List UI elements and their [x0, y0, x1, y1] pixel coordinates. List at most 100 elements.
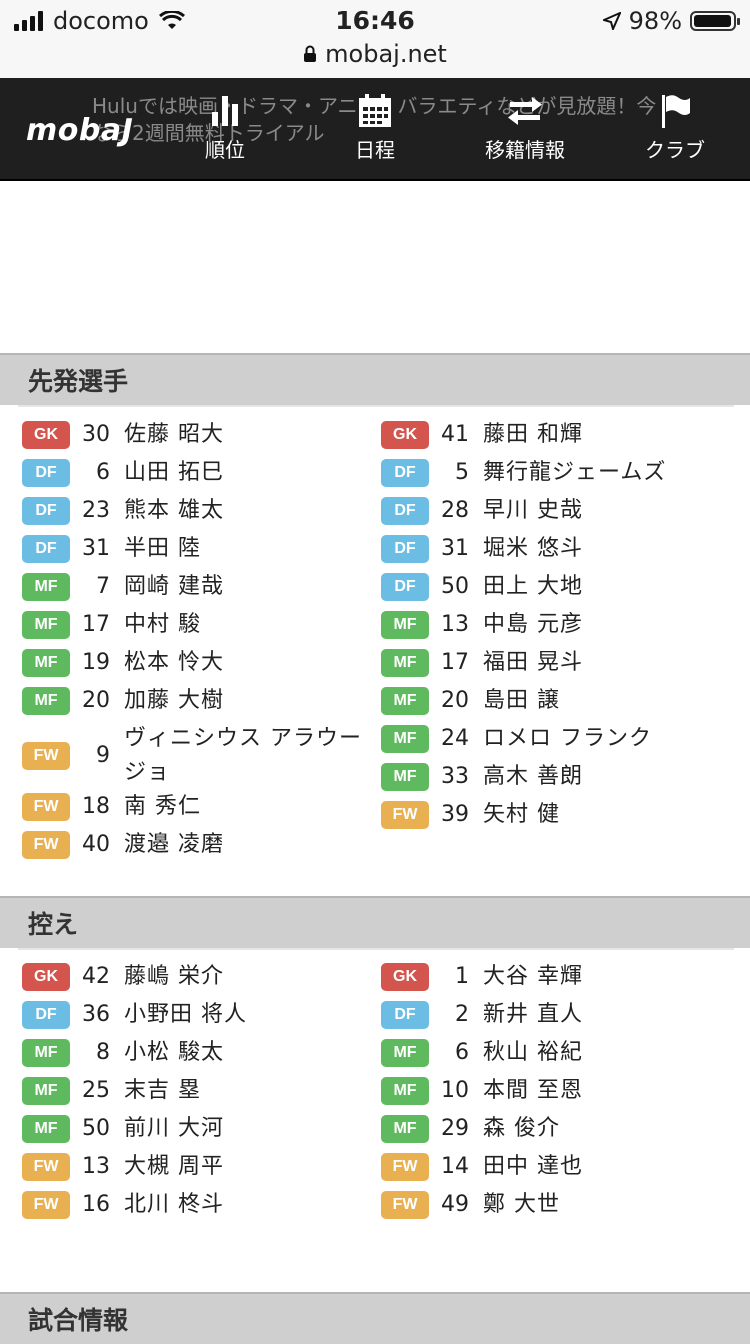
player-row[interactable]: FW 16 北川 柊斗 — [22, 1188, 382, 1226]
position-badge: DF — [381, 497, 429, 525]
player-name[interactable]: 熊本 雄太 — [124, 494, 364, 528]
url-bar[interactable]: mobaj.net — [0, 40, 750, 68]
nav-clubs[interactable]: クラブ — [600, 92, 750, 163]
battery-percent: 98% — [628, 7, 682, 35]
player-name[interactable]: 藤嶋 栄介 — [124, 960, 364, 994]
shirt-number: 2 — [455, 1002, 469, 1027]
player-name[interactable]: 高木 善朗 — [483, 760, 723, 794]
position-badge: MF — [381, 1039, 429, 1067]
player-name[interactable]: 南 秀仁 — [124, 790, 364, 824]
player-row[interactable]: DF 28 早川 史哉 — [381, 494, 741, 532]
player-name[interactable]: 本間 至恩 — [483, 1074, 723, 1108]
player-row[interactable]: FW 39 矢村 健 — [381, 798, 741, 836]
player-row[interactable]: MF 10 本間 至恩 — [381, 1074, 741, 1112]
player-row[interactable]: MF 13 中島 元彦 — [381, 608, 741, 646]
player-row[interactable]: FW 49 鄭 大世 — [381, 1188, 741, 1226]
player-row[interactable]: DF 2 新井 直人 — [381, 998, 741, 1036]
player-row[interactable]: MF 50 前川 大河 — [22, 1112, 382, 1150]
player-name[interactable]: 秋山 裕紀 — [483, 1036, 723, 1070]
player-name[interactable]: 小野田 将人 — [124, 998, 364, 1032]
player-name[interactable]: 矢村 健 — [483, 798, 723, 832]
player-name[interactable]: ヴィニシウス アラウージョ — [124, 722, 364, 790]
player-row[interactable]: DF 31 半田 陸 — [22, 532, 382, 570]
player-row[interactable]: MF 6 秋山 裕紀 — [381, 1036, 741, 1074]
player-row[interactable]: MF 29 森 俊介 — [381, 1112, 741, 1150]
player-name[interactable]: 大槻 周平 — [124, 1150, 364, 1184]
player-name[interactable]: 前川 大河 — [124, 1112, 364, 1146]
position-badge: MF — [22, 1039, 70, 1067]
player-row[interactable]: MF 19 松本 怜大 — [22, 646, 382, 684]
player-row[interactable]: MF 25 末吉 塁 — [22, 1074, 382, 1112]
player-row[interactable]: GK 41 藤田 和輝 — [381, 418, 741, 456]
player-row[interactable]: MF 33 高木 善朗 — [381, 760, 741, 798]
position-badge: MF — [381, 763, 429, 791]
player-row[interactable]: MF 24 ロメロ フランク — [381, 722, 741, 760]
nav-transfers[interactable]: 移籍情報 — [450, 92, 600, 163]
player-row[interactable]: GK 1 大谷 幸輝 — [381, 960, 741, 998]
position-badge: GK — [22, 963, 70, 991]
shirt-number: 6 — [96, 460, 110, 485]
site-logo[interactable]: mobaJ — [26, 113, 133, 148]
player-name[interactable]: 田上 大地 — [483, 570, 723, 604]
player-name[interactable]: 佐藤 昭大 — [124, 418, 364, 452]
shirt-number: 10 — [441, 1078, 469, 1103]
shirt-number: 16 — [82, 1192, 110, 1217]
player-name[interactable]: 堀米 悠斗 — [483, 532, 723, 566]
player-row[interactable]: MF 8 小松 駿太 — [22, 1036, 382, 1074]
player-name[interactable]: 北川 柊斗 — [124, 1188, 364, 1222]
lock-icon — [304, 45, 317, 62]
player-name[interactable]: 舞行龍ジェームズ — [483, 456, 723, 490]
player-name[interactable]: 末吉 塁 — [124, 1074, 364, 1108]
player-row[interactable]: FW 14 田中 達也 — [381, 1150, 741, 1188]
player-row[interactable]: DF 23 熊本 雄太 — [22, 494, 382, 532]
nav-standings[interactable]: 順位 — [150, 92, 300, 163]
player-name[interactable]: 小松 駿太 — [124, 1036, 364, 1070]
player-name[interactable]: 大谷 幸輝 — [483, 960, 723, 994]
player-row[interactable]: DF 31 堀米 悠斗 — [381, 532, 741, 570]
player-name[interactable]: 島田 譲 — [483, 684, 723, 718]
player-name[interactable]: 岡崎 建哉 — [124, 570, 364, 604]
battery-group: 98% — [602, 6, 740, 36]
player-name[interactable]: 森 俊介 — [483, 1112, 723, 1146]
player-name[interactable]: 田中 達也 — [483, 1150, 723, 1184]
shirt-number: 14 — [441, 1154, 469, 1179]
nav-schedule-label: 日程 — [355, 138, 395, 162]
player-name[interactable]: 新井 直人 — [483, 998, 723, 1032]
subs-home-list: GK 42 藤嶋 栄介 DF 36 小野田 将人 MF 8 小松 駿太 MF 25 末吉 塁 MF 50 前… — [22, 960, 382, 1226]
player-row[interactable]: FW 40 渡邉 凌磨 — [22, 828, 382, 866]
player-name[interactable]: ロメロ フランク — [483, 722, 723, 756]
player-name[interactable]: 山田 拓巳 — [124, 456, 364, 490]
nav-schedule[interactable]: 日程 — [300, 92, 450, 163]
player-name[interactable]: 鄭 大世 — [483, 1188, 723, 1222]
transfer-arrows-icon — [508, 97, 542, 125]
player-row[interactable]: DF 5 舞行龍ジェームズ — [381, 456, 741, 494]
player-name[interactable]: 渡邉 凌磨 — [124, 828, 364, 862]
player-row[interactable]: MF 7 岡崎 建哉 — [22, 570, 382, 608]
player-name[interactable]: 松本 怜大 — [124, 646, 364, 680]
player-name[interactable]: 藤田 和輝 — [483, 418, 723, 452]
player-row[interactable]: FW 13 大槻 周平 — [22, 1150, 382, 1188]
shirt-number: 7 — [96, 574, 110, 599]
player-name[interactable]: 半田 陸 — [124, 532, 364, 566]
player-row[interactable]: MF 20 加藤 大樹 — [22, 684, 382, 722]
player-row[interactable]: DF 6 山田 拓巳 — [22, 456, 382, 494]
player-name[interactable]: 福田 晃斗 — [483, 646, 723, 680]
position-badge: FW — [381, 801, 429, 829]
shirt-number: 41 — [441, 422, 469, 447]
player-row[interactable]: DF 36 小野田 将人 — [22, 998, 382, 1036]
player-name[interactable]: 加藤 大樹 — [124, 684, 364, 718]
player-name[interactable]: 中島 元彦 — [483, 608, 723, 642]
player-name[interactable]: 早川 史哉 — [483, 494, 723, 528]
player-row[interactable]: FW 18 南 秀仁 — [22, 790, 382, 828]
player-row[interactable]: FW 9 ヴィニシウス アラウージョ — [22, 722, 382, 790]
player-row[interactable]: MF 17 中村 駿 — [22, 608, 382, 646]
player-name[interactable]: 中村 駿 — [124, 608, 364, 642]
battery-icon — [690, 11, 740, 31]
shirt-number: 13 — [82, 1154, 110, 1179]
player-row[interactable]: GK 30 佐藤 昭大 — [22, 418, 382, 456]
player-row[interactable]: MF 20 島田 譲 — [381, 684, 741, 722]
player-row[interactable]: MF 17 福田 晃斗 — [381, 646, 741, 684]
player-row[interactable]: DF 50 田上 大地 — [381, 570, 741, 608]
player-row[interactable]: GK 42 藤嶋 栄介 — [22, 960, 382, 998]
section-divider — [18, 405, 734, 407]
